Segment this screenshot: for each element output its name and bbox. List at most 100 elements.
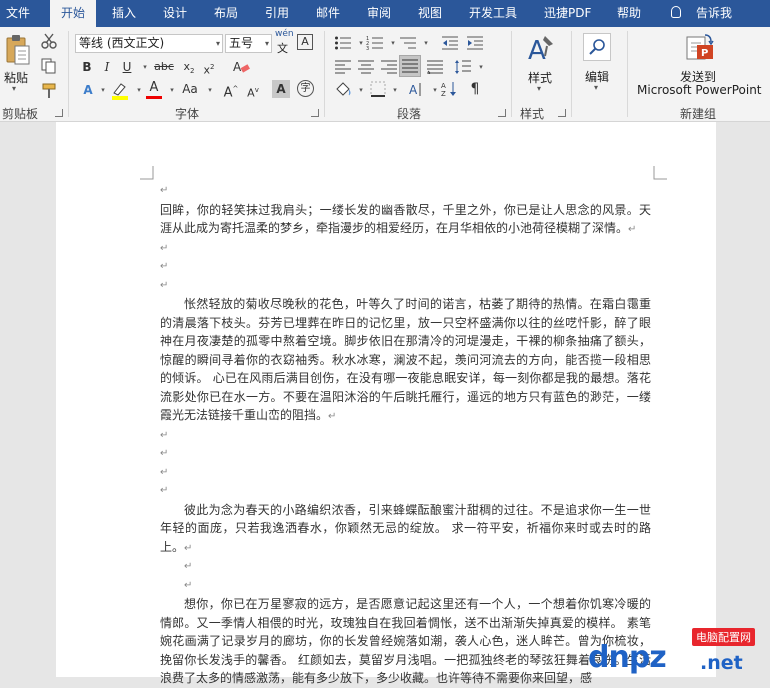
- group-separator: [68, 31, 69, 117]
- sort-icon[interactable]: AZ: [441, 80, 459, 98]
- paste-dropdown-icon[interactable]: ▾: [12, 84, 16, 93]
- tab-xunjie-pdf[interactable]: 迅捷PDF: [544, 0, 591, 27]
- superscript-button[interactable]: x2: [200, 58, 218, 77]
- empty-paragraph: ↵: [160, 466, 169, 478]
- svg-text:A: A: [409, 83, 418, 97]
- paragraph-text: 想你，你已在万星寥寂的远方，是否愿意记起这里还有一个人，一个想着你饥寒冷暖的情郎…: [160, 597, 651, 685]
- decrease-indent-icon[interactable]: [441, 35, 459, 51]
- multilevel-dropdown-icon[interactable]: ▾: [417, 34, 435, 52]
- editing-dropdown-icon[interactable]: ▾: [594, 83, 598, 92]
- grow-font-icon[interactable]: A^: [222, 80, 240, 100]
- ribbon-home: 粘贴 ▾ 剪贴板 等线 (西文正文) ▾ 五号 ▾ wén 文 A B I U ▾ …: [0, 27, 770, 122]
- watermark-badge: 电脑配置网: [692, 628, 755, 646]
- clear-formatting-icon[interactable]: A: [232, 58, 250, 76]
- phonetic-guide-button[interactable]: 文: [277, 40, 288, 56]
- distributed-icon[interactable]: [427, 60, 443, 74]
- tab-developer[interactable]: 开发工具: [469, 0, 517, 27]
- phonetic-guide-wen[interactable]: wén: [275, 29, 294, 39]
- margin-corner-mark: [140, 166, 154, 180]
- tab-review[interactable]: 审阅: [367, 0, 391, 27]
- align-right-icon[interactable]: [381, 60, 397, 74]
- tab-home[interactable]: 开始: [50, 0, 96, 27]
- borders-icon[interactable]: [370, 81, 386, 97]
- styles-dialog-launcher-icon[interactable]: [558, 109, 566, 117]
- italic-button[interactable]: I: [98, 58, 116, 76]
- empty-paragraph: ↵: [184, 561, 193, 572]
- highlight-icon[interactable]: [110, 81, 130, 101]
- paste-icon[interactable]: [6, 35, 30, 65]
- font-name-value: 等线 (西文正文): [79, 36, 165, 50]
- cut-icon[interactable]: [41, 33, 57, 49]
- strikethrough-button[interactable]: abc: [152, 58, 176, 76]
- empty-paragraph: ↵: [160, 279, 169, 291]
- watermark-logo: dnpz: [588, 640, 667, 675]
- tab-file[interactable]: 文件: [0, 0, 36, 27]
- align-center-icon[interactable]: [358, 60, 374, 74]
- styles-group-label: 样式: [520, 107, 545, 121]
- font-dialog-launcher-icon[interactable]: [311, 109, 319, 117]
- search-icon: [589, 39, 605, 55]
- change-case-button[interactable]: Aa: [178, 80, 202, 98]
- group-separator: [511, 31, 512, 117]
- svg-text:3: 3: [366, 46, 369, 51]
- bold-button[interactable]: B: [78, 58, 96, 76]
- document-body[interactable]: ↵ 回眸，你的轻笑抹过我肩头；一缕长发的幽香散尽，千里之外，你已是让人思念的风景…: [160, 182, 651, 688]
- chevron-down-icon: ▾: [264, 39, 269, 48]
- bullets-icon[interactable]: [334, 35, 352, 51]
- styles-icon[interactable]: A: [527, 32, 557, 68]
- clipboard-dialog-launcher-icon[interactable]: [55, 109, 63, 117]
- shading-dropdown-icon[interactable]: ▾: [352, 81, 370, 99]
- site-watermark: 电脑配置网 dnpz .net: [588, 626, 770, 677]
- chinese-layout-icon[interactable]: A: [408, 80, 426, 98]
- paragraph-dialog-launcher-icon[interactable]: [498, 109, 506, 117]
- empty-paragraph: ↵: [160, 242, 169, 254]
- paragraph-group-label: 段落: [397, 107, 422, 121]
- ribbon-tab-bar: 文件 开始 插入 设计 布局 引用 邮件 审阅 视图 开发工具 迅捷PDF 帮助…: [0, 0, 770, 27]
- character-border-button[interactable]: A: [297, 34, 313, 50]
- font-color-button[interactable]: A: [145, 79, 163, 97]
- styles-dropdown-icon[interactable]: ▾: [537, 84, 541, 93]
- lightbulb-icon: [671, 6, 681, 18]
- shading-icon[interactable]: [334, 80, 352, 98]
- justify-button[interactable]: [399, 55, 421, 77]
- tab-insert[interactable]: 插入: [112, 0, 136, 27]
- borders-dropdown-icon[interactable]: ▾: [386, 81, 404, 99]
- tab-view[interactable]: 视图: [418, 0, 442, 27]
- tab-layout[interactable]: 布局: [214, 0, 238, 27]
- paragraph-mark: ↵: [328, 411, 337, 422]
- margin-corner-mark: [653, 166, 667, 180]
- underline-button[interactable]: U: [118, 58, 136, 76]
- align-left-icon[interactable]: [335, 60, 351, 74]
- copy-icon[interactable]: [41, 58, 57, 74]
- multilevel-list-icon[interactable]: [399, 35, 417, 51]
- find-button[interactable]: [583, 33, 611, 61]
- tell-me-box[interactable]: 告诉我: [696, 0, 732, 27]
- tab-help[interactable]: 帮助: [617, 0, 641, 27]
- increase-indent-icon[interactable]: [466, 35, 484, 51]
- paragraph: 想你，你已在万星寥寂的远方，是否愿意记起这里还有一个人，一个想着你饥寒冷暖的情郎…: [160, 595, 651, 688]
- tab-mailings[interactable]: 邮件: [316, 0, 340, 27]
- line-spacing-dropdown-icon[interactable]: ▾: [472, 58, 490, 76]
- send-to-powerpoint-icon[interactable]: P: [683, 33, 715, 63]
- change-case-dropdown-icon[interactable]: ▾: [201, 81, 219, 99]
- new-group-label: 新建组: [680, 107, 717, 121]
- empty-paragraph: ↵: [184, 579, 193, 591]
- tab-design[interactable]: 设计: [163, 0, 187, 27]
- show-formatting-marks-icon[interactable]: ¶: [466, 80, 484, 98]
- font-color-swatch: [146, 96, 162, 99]
- font-size-select[interactable]: 五号 ▾: [225, 34, 272, 53]
- subscript-button[interactable]: x2: [180, 58, 198, 76]
- document-page[interactable]: ↵ 回眸，你的轻笑抹过我肩头；一缕长发的幽香散尽，千里之外，你已是让人思念的风景…: [56, 122, 716, 685]
- empty-paragraph: ↵: [160, 429, 169, 441]
- line-spacing-icon[interactable]: [454, 58, 472, 76]
- character-shading-button[interactable]: A: [272, 80, 290, 98]
- format-painter-icon[interactable]: [41, 83, 57, 99]
- enclose-characters-button[interactable]: 字: [297, 80, 314, 97]
- tab-references[interactable]: 引用: [265, 0, 289, 27]
- shrink-font-icon[interactable]: Av: [244, 81, 262, 100]
- font-name-select[interactable]: 等线 (西文正文) ▾: [75, 34, 223, 53]
- svg-text:A: A: [441, 82, 446, 90]
- numbering-icon[interactable]: 123: [366, 35, 384, 51]
- send-to-powerpoint-button[interactable]: Microsoft PowerPoint: [637, 83, 762, 97]
- empty-paragraph: ↵: [160, 485, 169, 496]
